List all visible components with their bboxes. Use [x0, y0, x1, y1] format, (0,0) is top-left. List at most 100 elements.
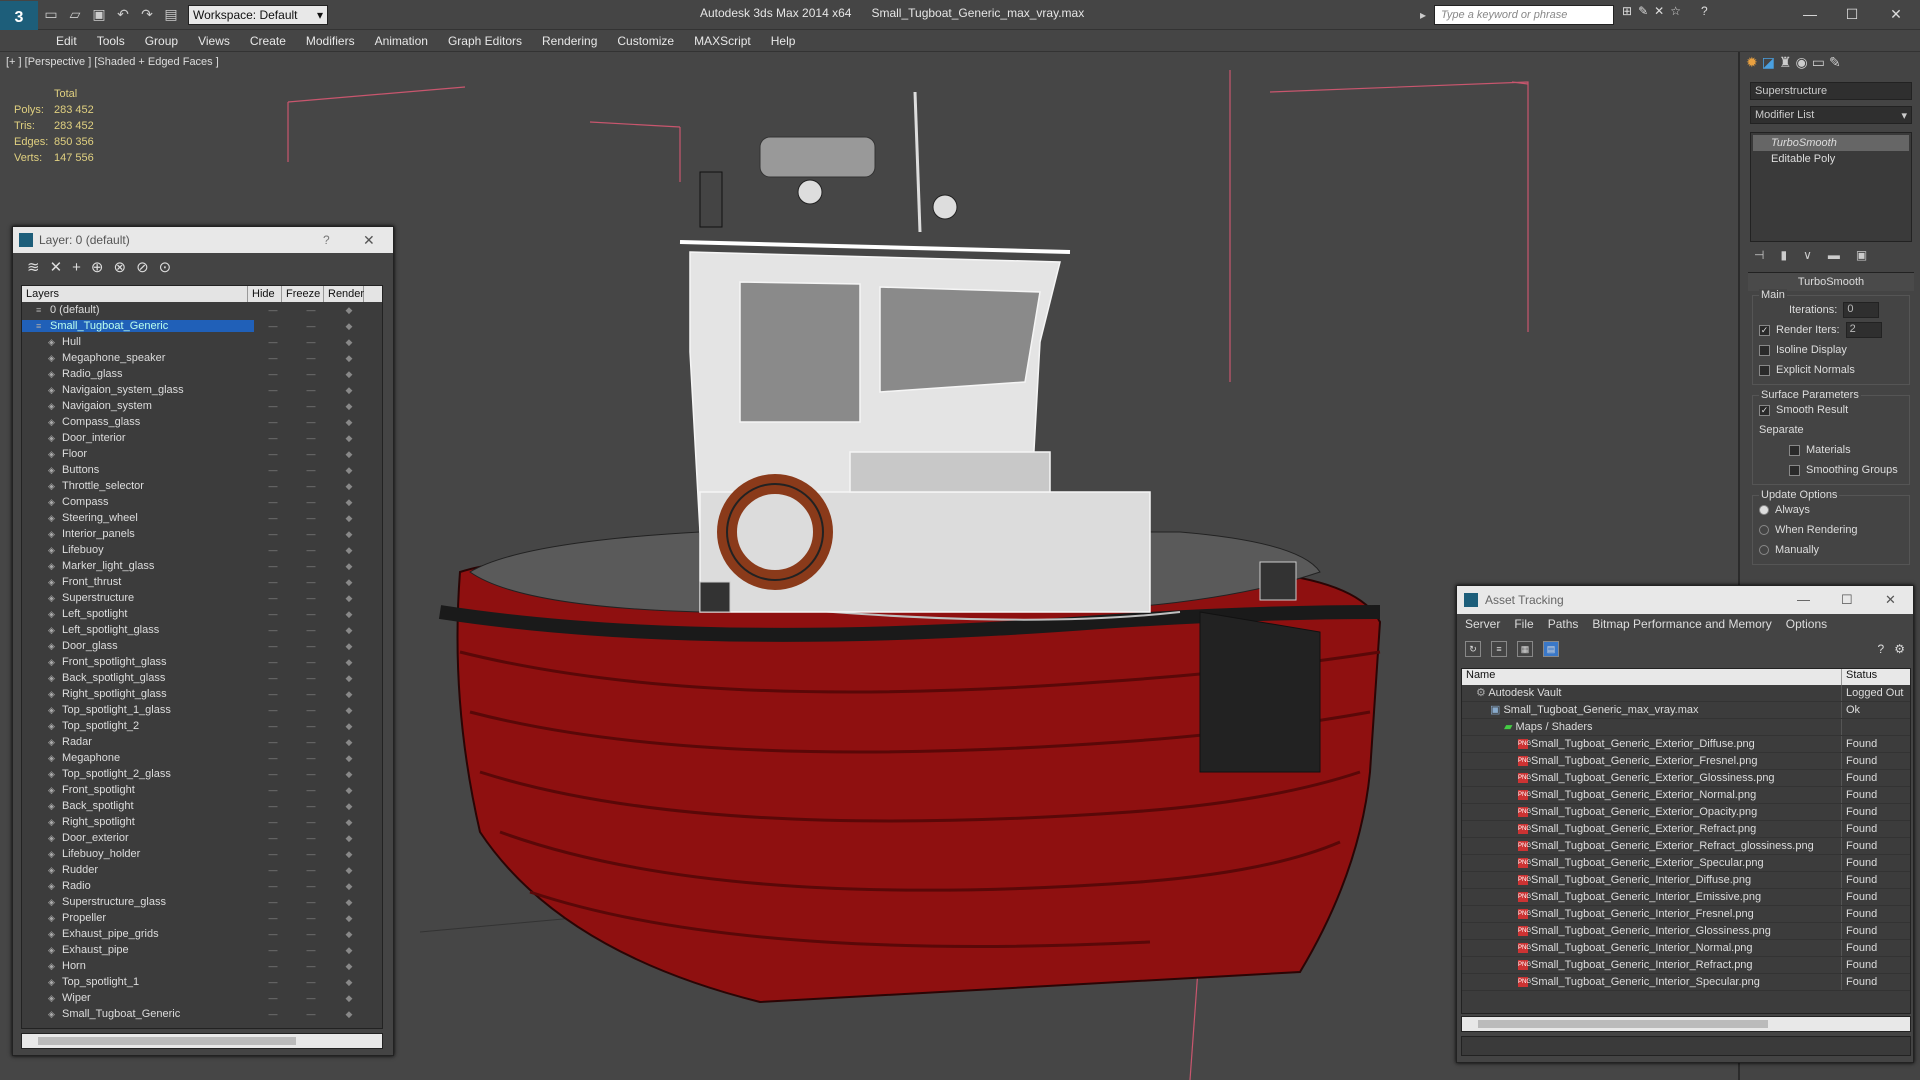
- freeze-toggle-icon[interactable]: —: [292, 849, 330, 859]
- menu-views[interactable]: Views: [198, 34, 230, 48]
- render-toggle-icon[interactable]: ◆: [330, 641, 368, 652]
- layer-row[interactable]: ◈ Navigaion_system — — ◆: [22, 398, 382, 414]
- asset-row[interactable]: ▰ Maps / Shaders: [1462, 719, 1910, 736]
- menu-animation[interactable]: Animation: [375, 34, 428, 48]
- smooth-result-checkbox[interactable]: ✓: [1759, 404, 1770, 416]
- hide-toggle-icon[interactable]: —: [254, 385, 292, 395]
- iterations-spinner[interactable]: 0: [1843, 302, 1880, 318]
- hide-toggle-icon[interactable]: —: [254, 433, 292, 443]
- hide-toggle-icon[interactable]: —: [254, 481, 292, 491]
- layer-row[interactable]: ◈ Back_spotlight_glass — — ◆: [22, 670, 382, 686]
- render-toggle-icon[interactable]: ◆: [330, 865, 368, 876]
- freeze-toggle-icon[interactable]: —: [292, 721, 330, 731]
- redo-icon[interactable]: ↷: [136, 4, 158, 26]
- render-iters-spinner[interactable]: 2: [1845, 322, 1882, 338]
- render-toggle-icon[interactable]: ◆: [330, 897, 368, 908]
- layer-row[interactable]: ◈ Navigaion_system_glass — — ◆: [22, 382, 382, 398]
- freeze-toggle-icon[interactable]: —: [292, 913, 330, 923]
- hide-toggle-icon[interactable]: —: [254, 897, 292, 907]
- asset-tracking-titlebar[interactable]: Asset Tracking — ☐ ✕: [1457, 586, 1913, 614]
- materials-checkbox[interactable]: [1789, 444, 1800, 456]
- hide-toggle-icon[interactable]: —: [254, 625, 292, 635]
- freeze-toggle-icon[interactable]: —: [292, 769, 330, 779]
- highlight-layer-icon[interactable]: ⊘: [136, 258, 149, 276]
- render-toggle-icon[interactable]: ◆: [330, 561, 368, 572]
- freeze-toggle-icon[interactable]: —: [292, 609, 330, 619]
- render-toggle-icon[interactable]: ◆: [330, 945, 368, 956]
- render-toggle-icon[interactable]: ◆: [330, 657, 368, 668]
- layer-row[interactable]: ◈ Door_glass — — ◆: [22, 638, 382, 654]
- hide-toggle-icon[interactable]: —: [254, 577, 292, 587]
- layer-row[interactable]: ◈ Door_exterior — — ◆: [22, 830, 382, 846]
- new-layer-icon[interactable]: +: [72, 259, 81, 276]
- maximize-icon[interactable]: ☐: [1832, 2, 1872, 26]
- hide-toggle-icon[interactable]: —: [254, 1009, 292, 1019]
- freeze-toggle-icon[interactable]: —: [292, 385, 330, 395]
- asset-row[interactable]: PNGSmall_Tugboat_Generic_Exterior_Specul…: [1462, 855, 1910, 872]
- hide-toggle-icon[interactable]: —: [254, 337, 292, 347]
- hide-toggle-icon[interactable]: —: [254, 593, 292, 603]
- render-toggle-icon[interactable]: ◆: [330, 849, 368, 860]
- menu-tools[interactable]: Tools: [97, 34, 125, 48]
- hide-toggle-icon[interactable]: —: [254, 993, 292, 1003]
- asset-row[interactable]: PNGSmall_Tugboat_Generic_Interior_Glossi…: [1462, 923, 1910, 940]
- menu-options[interactable]: Options: [1786, 617, 1827, 631]
- layer-panel-titlebar[interactable]: Layer: 0 (default) ? ✕: [13, 227, 393, 253]
- layer-row[interactable]: ◈ Interior_panels — — ◆: [22, 526, 382, 542]
- render-toggle-icon[interactable]: ◆: [330, 545, 368, 556]
- layer-row[interactable]: ◈ Lifebuoy — — ◆: [22, 542, 382, 558]
- layer-row[interactable]: ◈ Hull — — ◆: [22, 334, 382, 350]
- settings-icon[interactable]: ⚙: [1894, 642, 1905, 656]
- layer-row[interactable]: ◈ Front_thrust — — ◆: [22, 574, 382, 590]
- new-file-icon[interactable]: ▭: [40, 4, 62, 26]
- layer-row[interactable]: ◈ Megaphone — — ◆: [22, 750, 382, 766]
- menu-maxscript[interactable]: MAXScript: [694, 34, 751, 48]
- freeze-toggle-icon[interactable]: —: [292, 449, 330, 459]
- when-rendering-radio[interactable]: [1759, 525, 1769, 535]
- col-render[interactable]: Render: [324, 286, 364, 302]
- hide-toggle-icon[interactable]: —: [254, 401, 292, 411]
- project-folder-icon[interactable]: ▤: [160, 4, 182, 26]
- layer-row[interactable]: ◈ Compass_glass — — ◆: [22, 414, 382, 430]
- asset-row[interactable]: PNGSmall_Tugboat_Generic_Exterior_Normal…: [1462, 787, 1910, 804]
- freeze-toggle-icon[interactable]: —: [292, 897, 330, 907]
- asset-row[interactable]: PNGSmall_Tugboat_Generic_Exterior_Diffus…: [1462, 736, 1910, 753]
- thumbnail-view-icon[interactable]: ▦: [1517, 641, 1533, 657]
- layer-row[interactable]: ◈ Megaphone_speaker — — ◆: [22, 350, 382, 366]
- asset-row[interactable]: PNGSmall_Tugboat_Generic_Interior_Refrac…: [1462, 957, 1910, 974]
- asset-row[interactable]: PNGSmall_Tugboat_Generic_Interior_Normal…: [1462, 940, 1910, 957]
- viewport-label[interactable]: [+ ] [Perspective ] [Shaded + Edged Face…: [6, 56, 219, 68]
- menu-file[interactable]: File: [1514, 617, 1533, 631]
- layer-row[interactable]: ◈ Right_spotlight — — ◆: [22, 814, 382, 830]
- configure-sets-icon[interactable]: ▣: [1856, 248, 1867, 262]
- hierarchy-tab-icon[interactable]: ♜: [1779, 54, 1792, 74]
- hide-toggle-icon[interactable]: —: [254, 817, 292, 827]
- freeze-toggle-icon[interactable]: —: [292, 673, 330, 683]
- asset-row[interactable]: PNGSmall_Tugboat_Generic_Exterior_Refrac…: [1462, 821, 1910, 838]
- layer-row[interactable]: ◈ Buttons — — ◆: [22, 462, 382, 478]
- hide-toggle-icon[interactable]: —: [254, 945, 292, 955]
- hide-toggle-icon[interactable]: —: [254, 977, 292, 987]
- freeze-toggle-icon[interactable]: —: [292, 945, 330, 955]
- layer-row[interactable]: ◈ Door_interior — — ◆: [22, 430, 382, 446]
- hide-toggle-icon[interactable]: —: [254, 513, 292, 523]
- hide-toggle-icon[interactable]: —: [254, 657, 292, 667]
- show-end-result-icon[interactable]: ▮: [1780, 248, 1787, 262]
- freeze-toggle-icon[interactable]: —: [292, 433, 330, 443]
- col-freeze[interactable]: Freeze: [282, 286, 324, 302]
- menu-modifiers[interactable]: Modifiers: [306, 34, 355, 48]
- stack-item-turbosmooth[interactable]: TurboSmooth: [1753, 135, 1909, 151]
- freeze-toggle-icon[interactable]: —: [292, 833, 330, 843]
- layer-row[interactable]: ◈ Radar — — ◆: [22, 734, 382, 750]
- favorites-icon[interactable]: ☆: [1670, 4, 1681, 18]
- freeze-toggle-icon[interactable]: —: [292, 625, 330, 635]
- render-toggle-icon[interactable]: ◆: [330, 769, 368, 780]
- save-file-icon[interactable]: ▣: [88, 4, 110, 26]
- freeze-toggle-icon[interactable]: —: [292, 529, 330, 539]
- freeze-toggle-icon[interactable]: —: [292, 785, 330, 795]
- freeze-toggle-icon[interactable]: —: [292, 801, 330, 811]
- freeze-toggle-icon[interactable]: —: [292, 481, 330, 491]
- select-layer-icon[interactable]: ⊗: [114, 258, 127, 276]
- asset-row[interactable]: PNGSmall_Tugboat_Generic_Interior_Specul…: [1462, 974, 1910, 991]
- menu-group[interactable]: Group: [145, 34, 178, 48]
